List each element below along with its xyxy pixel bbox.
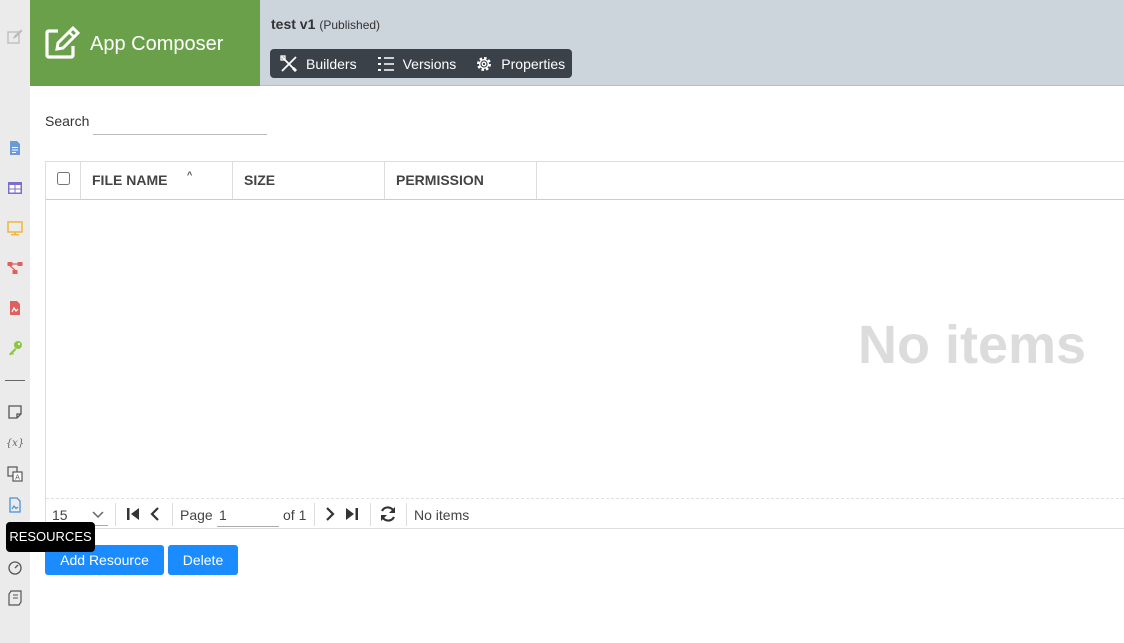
sort-indicator-icon: ^ [187,170,193,180]
app-header: test v1 (Published) Builders Versions Pro… [260,0,1124,86]
app-toolbar: Builders Versions Properties [270,49,572,78]
grid-header: ^ FILE NAME SIZE PERMISSION [46,162,1124,200]
pager-separator [314,503,315,526]
next-page-icon[interactable] [322,506,338,522]
refresh-icon[interactable] [379,505,397,523]
builders-label: Builders [306,55,357,72]
column-header-size[interactable]: SIZE [233,162,385,199]
note-icon[interactable] [7,404,23,420]
gear-icon [477,56,492,71]
column-label: PERMISSION [396,172,484,188]
brand-block: App Composer [30,0,260,86]
page-count-label: of 1 [283,507,307,523]
select-all-checkbox[interactable] [57,172,70,185]
translate-icon[interactable]: A [7,466,23,482]
last-page-icon[interactable] [344,506,360,522]
edit-logo-icon [44,25,81,60]
workflow-icon[interactable] [7,260,23,276]
builders-button[interactable]: Builders [280,54,357,73]
properties-button[interactable]: Properties [475,55,565,73]
resources-grid: ^ FILE NAME SIZE PERMISSION No items 15 … [45,161,1124,529]
monitor-icon[interactable] [7,220,23,236]
page-number-input[interactable] [217,503,279,527]
key-icon[interactable] [7,340,23,356]
delete-button[interactable]: Delete [168,545,238,575]
select-all-cell [46,162,81,199]
page-size-value: 15 [52,507,68,523]
pager-separator [406,503,407,526]
script-icon[interactable] [7,590,23,606]
column-label: FILE NAME [92,172,168,188]
variable-icon[interactable]: {x} [7,434,23,450]
resources-icon[interactable] [7,497,23,513]
pager-status: No items [414,507,470,523]
column-header-permission[interactable]: PERMISSION [385,162,537,199]
column-label: SIZE [244,172,276,188]
document-icon[interactable] [7,140,23,156]
pager-separator [115,503,116,526]
pager-separator [172,503,173,526]
search-label: Search [45,113,90,129]
brand-name: App Composer [90,33,224,55]
list-icon [377,56,394,71]
page-label: Page [180,507,213,523]
versions-label: Versions [402,55,457,72]
app-name: test v1 [271,16,316,32]
svg-text:A: A [15,474,20,482]
chevron-down-icon [92,511,104,519]
app-title: test v1 (Published) [271,16,380,32]
previous-page-icon[interactable] [147,506,163,522]
gauge-icon[interactable] [7,559,23,575]
resources-tooltip: RESOURCES [6,522,95,552]
grid-pager: 15 Page of 1 No items [46,498,1124,529]
first-page-icon[interactable] [125,506,141,522]
properties-label: Properties [501,55,566,72]
empty-message: No items [858,315,1087,375]
builders-icon [280,54,297,72]
edit-icon[interactable] [7,29,23,45]
search-input[interactable] [93,105,267,135]
table-icon[interactable] [7,180,23,196]
pager-separator [370,503,371,526]
svg-text:{x}: {x} [7,438,23,449]
column-header-file-name[interactable]: ^ FILE NAME [81,162,233,199]
sidebar-divider [5,380,25,381]
versions-button[interactable]: Versions [377,55,457,73]
app-status: (Published) [319,18,381,32]
report-icon[interactable] [7,300,23,316]
